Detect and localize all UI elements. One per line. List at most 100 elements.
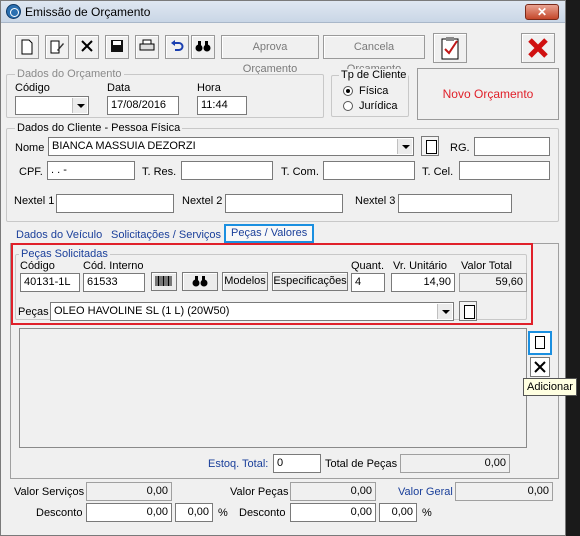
dados-orcamento-legend: Dados do Orçamento bbox=[15, 68, 124, 80]
cpf-field[interactable]: . . - bbox=[47, 161, 135, 180]
nextel2-field[interactable] bbox=[225, 194, 343, 213]
pecas-legend: Peças Solicitadas bbox=[19, 248, 110, 260]
new-document-icon bbox=[21, 39, 33, 55]
total-pecas-field: 0,00 bbox=[400, 454, 510, 473]
barcode-icon bbox=[155, 276, 172, 286]
desconto-pecas-label: Desconto bbox=[239, 507, 286, 519]
valor-servicos-field: 0,00 bbox=[86, 482, 172, 501]
new-cliente-button[interactable] bbox=[421, 136, 439, 156]
binoculars-icon bbox=[195, 41, 211, 52]
data-field[interactable]: 17/08/2016 bbox=[107, 96, 179, 115]
red-x-icon bbox=[528, 38, 548, 58]
tab-dados-veiculo[interactable]: Dados do Veículo bbox=[16, 226, 102, 244]
pct-symbol: % bbox=[422, 507, 432, 519]
printer-icon bbox=[139, 39, 155, 51]
vr-unitario-label: Vr. Unitário bbox=[393, 260, 448, 272]
valor-total-field: 59,60 bbox=[459, 273, 527, 292]
novo-orcamento-button[interactable]: Novo Orçamento bbox=[417, 68, 559, 120]
desconto-pecas-pct-field[interactable]: 0,00 bbox=[379, 503, 417, 522]
tcel-field[interactable] bbox=[459, 161, 550, 180]
dados-cliente-legend: Dados do Cliente - Pessoa Física bbox=[15, 122, 183, 134]
estoq-total-label: Estoq. Total: bbox=[208, 458, 269, 470]
adicionar-button[interactable] bbox=[528, 331, 552, 355]
rg-field[interactable] bbox=[474, 137, 550, 156]
cpf-label: CPF. bbox=[19, 166, 43, 178]
tres-field[interactable] bbox=[181, 161, 273, 180]
cancela-orcamento-button[interactable]: Cancela Orçamento bbox=[323, 35, 425, 75]
valor-total-label: Valor Total bbox=[461, 260, 512, 272]
modelos-button[interactable]: Modelos bbox=[222, 272, 268, 291]
nextel3-label: Nextel 3 bbox=[355, 195, 396, 207]
clipboard-check-icon bbox=[441, 37, 459, 60]
tab-pecas-valores[interactable]: Peças / Valores bbox=[224, 224, 315, 243]
fisica-label: Física bbox=[359, 85, 389, 97]
edit-button[interactable] bbox=[45, 35, 69, 59]
desconto-servicos-pct-field[interactable]: 0,00 bbox=[175, 503, 213, 522]
chevron-down-icon bbox=[397, 139, 412, 154]
cod-interno-label: Cód. Interno bbox=[83, 260, 144, 272]
pecas-list[interactable] bbox=[19, 328, 527, 448]
estoq-total-field: 0 bbox=[273, 454, 321, 473]
tcom-field[interactable] bbox=[323, 161, 415, 180]
checklist-button[interactable] bbox=[433, 33, 467, 63]
fisica-radio[interactable] bbox=[343, 86, 353, 96]
nextel3-field[interactable] bbox=[398, 194, 512, 213]
chevron-down-icon bbox=[437, 304, 452, 319]
peca-codigo-label: Código bbox=[20, 260, 55, 272]
nextel1-label: Nextel 1 bbox=[14, 195, 55, 207]
nextel1-field[interactable] bbox=[56, 194, 174, 213]
save-button[interactable] bbox=[105, 35, 129, 59]
new-peca-button[interactable] bbox=[459, 301, 477, 321]
quant-label: Quant. bbox=[351, 260, 385, 272]
tres-label: T. Res. bbox=[142, 166, 177, 178]
pct-symbol: % bbox=[218, 507, 228, 519]
print-button[interactable] bbox=[135, 35, 159, 59]
hora-label: Hora bbox=[197, 82, 221, 94]
new-document-button[interactable] bbox=[15, 35, 39, 59]
close-button[interactable]: ✕ bbox=[525, 4, 559, 20]
exit-button[interactable] bbox=[521, 33, 555, 63]
desconto-pecas-field[interactable]: 0,00 bbox=[290, 503, 376, 522]
app-icon bbox=[6, 4, 21, 19]
hora-field[interactable]: 11:44 bbox=[197, 96, 247, 115]
barcode-button[interactable] bbox=[151, 272, 177, 291]
valor-servicos-label: Valor Serviços bbox=[14, 486, 85, 498]
desconto-servicos-field[interactable]: 0,00 bbox=[86, 503, 172, 522]
codigo-select[interactable] bbox=[15, 96, 89, 115]
valor-geral-label: Valor Geral bbox=[398, 486, 453, 498]
valor-pecas-field: 0,00 bbox=[290, 482, 376, 501]
save-icon bbox=[111, 40, 123, 52]
especificacoes-button[interactable]: Especificações bbox=[272, 272, 348, 291]
nextel2-label: Nextel 2 bbox=[182, 195, 223, 207]
delete-button[interactable] bbox=[75, 35, 99, 59]
tab-solicitacoes[interactable]: Solicitações / Serviços bbox=[111, 226, 221, 244]
aprova-orcamento-button[interactable]: Aprova Orçamento bbox=[221, 35, 319, 75]
undo-button[interactable] bbox=[165, 35, 189, 59]
tcom-label: T. Com. bbox=[281, 166, 319, 178]
window-title: Emissão de Orçamento bbox=[25, 5, 151, 19]
desconto-servicos-label: Desconto bbox=[36, 507, 83, 519]
adicionar-tooltip: Adicionar bbox=[523, 378, 577, 396]
valor-geral-field: 0,00 bbox=[455, 482, 553, 501]
new-document-icon bbox=[535, 336, 545, 349]
rg-label: RG. bbox=[450, 142, 470, 154]
pecas-select[interactable]: OLEO HAVOLINE SL (1 L) (20W50) bbox=[50, 302, 454, 321]
title-bar: Emissão de Orçamento ✕ bbox=[1, 1, 565, 23]
nome-label: Nome bbox=[15, 142, 45, 154]
chevron-down-icon bbox=[72, 98, 87, 113]
remover-button[interactable] bbox=[530, 357, 550, 377]
edit-icon bbox=[50, 40, 64, 54]
vr-unitario-field[interactable]: 14,90 bbox=[391, 273, 455, 292]
juridica-radio[interactable] bbox=[343, 101, 353, 111]
valor-pecas-label: Valor Peças bbox=[230, 486, 289, 498]
binoculars-icon bbox=[192, 276, 208, 287]
peca-codigo-field[interactable]: 40131-1L bbox=[20, 273, 80, 292]
cod-interno-field[interactable]: 61533 bbox=[83, 273, 145, 292]
total-pecas-label: Total de Peças bbox=[325, 458, 398, 470]
orcamento-window: Emissão de Orçamento ✕ Aprova Orçamento … bbox=[0, 0, 577, 536]
codigo-label: Código bbox=[15, 82, 50, 94]
search-button[interactable] bbox=[191, 35, 215, 59]
quant-field[interactable]: 4 bbox=[351, 273, 385, 292]
peca-search-button[interactable] bbox=[182, 272, 218, 291]
nome-select[interactable]: BIANCA MASSUIA DEZORZI bbox=[48, 137, 414, 156]
